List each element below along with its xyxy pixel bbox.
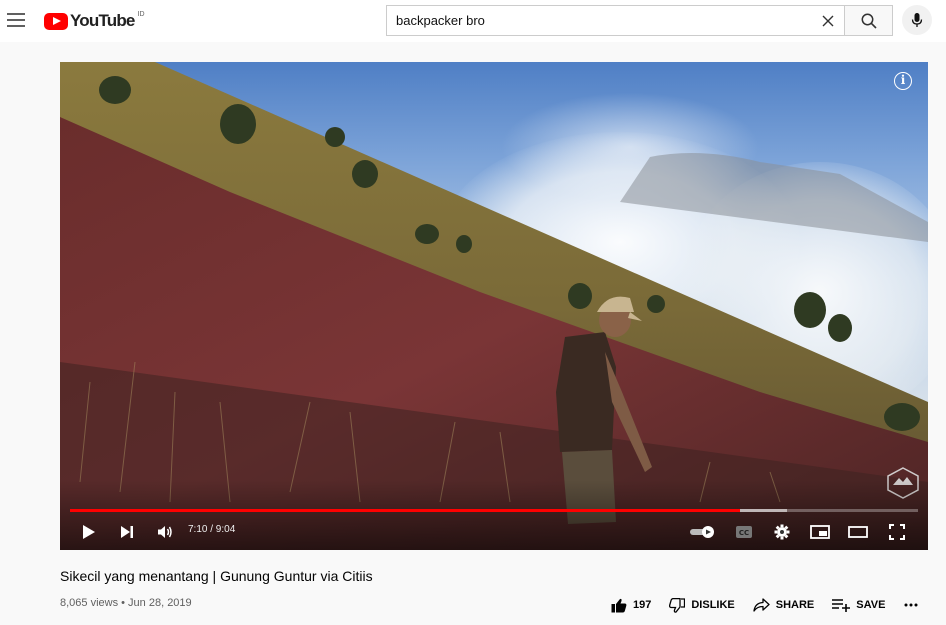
video-meta: 8,065 views • Jun 28, 2019	[60, 597, 192, 609]
next-icon	[121, 526, 133, 538]
save-button[interactable]: SAVE	[832, 598, 885, 612]
thumbs-up-icon	[611, 598, 627, 612]
voice-search-button[interactable]	[902, 5, 932, 35]
svg-text:CC: CC	[739, 529, 749, 537]
more-options-icon[interactable]	[903, 597, 919, 613]
country-code: ID	[137, 10, 145, 18]
search-button[interactable]	[844, 5, 893, 36]
fullscreen-icon	[889, 524, 905, 540]
top-bar: YouTube ID	[0, 0, 946, 42]
thumbs-down-icon	[669, 597, 686, 613]
clear-search-icon[interactable]	[818, 11, 838, 31]
miniplayer-icon	[810, 525, 830, 539]
video-player[interactable]: i 7:10 / 9:04 CC	[60, 62, 928, 550]
youtube-logo[interactable]: YouTube ID	[44, 10, 145, 32]
autoplay-toggle-icon	[690, 526, 714, 538]
playlist-add-icon	[832, 599, 851, 612]
play-button[interactable]	[78, 520, 100, 544]
share-icon	[753, 598, 770, 612]
settings-button[interactable]	[771, 520, 793, 544]
next-button[interactable]	[116, 520, 138, 544]
save-label: SAVE	[856, 599, 886, 611]
gear-icon	[774, 524, 790, 540]
like-button[interactable]: 197	[611, 598, 651, 613]
theater-mode-button[interactable]	[846, 520, 870, 544]
microphone-icon	[911, 13, 923, 27]
like-count: 197	[633, 599, 652, 611]
time-display: 7:10 / 9:04	[188, 524, 236, 535]
logo-text: YouTube	[70, 11, 135, 30]
play-icon	[83, 525, 95, 539]
theater-mode-icon	[848, 526, 868, 538]
share-label: SHARE	[775, 599, 815, 611]
fullscreen-button[interactable]	[886, 520, 908, 544]
volume-icon	[158, 526, 172, 538]
info-icon[interactable]: i	[894, 72, 912, 90]
search-box	[386, 5, 844, 36]
video-title: Sikecil yang menantang | Gunung Guntur v…	[60, 568, 373, 584]
volume-button[interactable]	[154, 520, 176, 544]
search-input[interactable]	[387, 6, 807, 35]
share-button[interactable]: SHARE	[753, 598, 815, 612]
video-scene	[60, 62, 928, 550]
search-icon	[861, 13, 877, 29]
progress-bar[interactable]	[70, 509, 918, 512]
dislike-label: DISLIKE	[691, 599, 735, 611]
menu-icon[interactable]	[4, 8, 28, 32]
miniplayer-button[interactable]	[808, 520, 832, 544]
youtube-play-icon	[44, 12, 68, 30]
subtitles-button[interactable]: CC	[732, 520, 756, 544]
dislike-button[interactable]: DISLIKE	[669, 597, 735, 613]
progress-played	[70, 509, 740, 512]
closed-captions-icon: CC	[736, 526, 752, 538]
autoplay-toggle[interactable]	[688, 520, 718, 544]
video-actions: 197 DISLIKE SHARE SAVE	[611, 596, 903, 614]
